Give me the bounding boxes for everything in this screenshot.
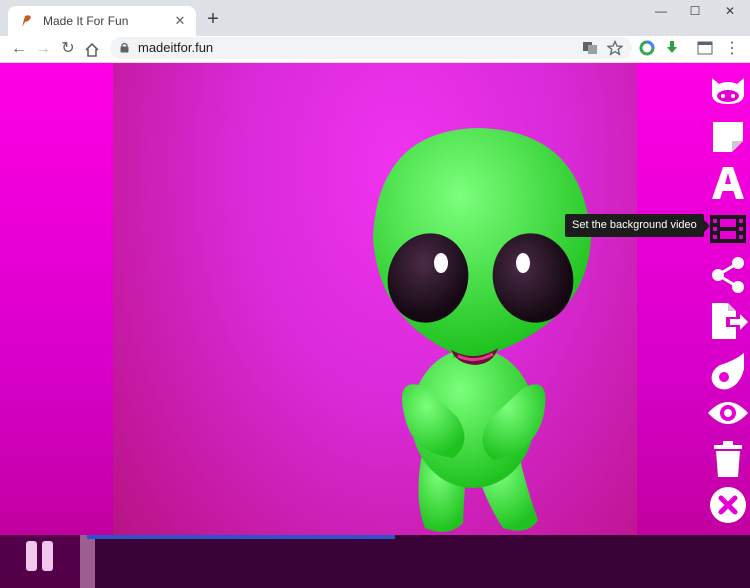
url-text: madeitfor.fun	[138, 40, 214, 55]
dancing-alien-image	[373, 128, 591, 532]
minimize-button[interactable]: —	[646, 4, 676, 22]
video-timeline[interactable]	[80, 535, 750, 588]
pause-icon[interactable]	[23, 541, 57, 575]
window-close-button[interactable]: ✕	[715, 4, 745, 22]
sticky-note-icon[interactable]	[706, 115, 750, 159]
download-extension-icon[interactable]	[664, 40, 680, 56]
eye-icon[interactable]	[706, 391, 750, 435]
progress-bar	[87, 535, 395, 539]
github-icon[interactable]	[706, 68, 750, 112]
back-button[interactable]: ←	[9, 39, 29, 59]
reload-button[interactable]: ↻	[58, 39, 78, 59]
browser-toolbar: ← → ↻ madeitfor.fun ⋮	[0, 36, 750, 63]
tooltip: Set the background video	[565, 214, 710, 237]
browser-tab[interactable]: Made It For Fun ✕	[8, 6, 196, 36]
home-icon[interactable]	[84, 42, 100, 58]
bookmark-star-icon[interactable]	[607, 40, 623, 56]
translate-icon[interactable]	[582, 40, 598, 56]
address-bar[interactable]: madeitfor.fun	[110, 37, 632, 59]
calendar-extension-icon[interactable]	[697, 40, 713, 56]
export-icon[interactable]	[706, 299, 750, 343]
menu-kebab-icon[interactable]: ⋮	[722, 39, 742, 59]
share-icon[interactable]	[706, 253, 750, 297]
tab-title: Made It For Fun	[43, 14, 129, 28]
site-favicon-icon	[22, 15, 31, 27]
app-canvas: Set the background video	[0, 63, 750, 588]
tab-close-icon[interactable]: ✕	[172, 13, 188, 29]
title-bar: Made It For Fun ✕ + — ☐ ✕	[0, 0, 750, 36]
trash-icon[interactable]	[706, 437, 750, 481]
text-icon[interactable]	[706, 161, 750, 205]
background-video[interactable]	[113, 63, 637, 588]
timeline-start-marker	[80, 535, 95, 588]
playback-controls	[0, 535, 750, 588]
maximize-button[interactable]: ☐	[680, 4, 710, 22]
film-icon[interactable]	[706, 207, 750, 251]
meteor-icon[interactable]	[706, 349, 750, 393]
close-circle-icon[interactable]	[706, 483, 750, 527]
lock-icon	[120, 42, 129, 53]
forward-button[interactable]: →	[33, 39, 53, 59]
new-tab-button[interactable]: +	[204, 9, 222, 29]
extension-color-icon[interactable]	[639, 40, 655, 56]
